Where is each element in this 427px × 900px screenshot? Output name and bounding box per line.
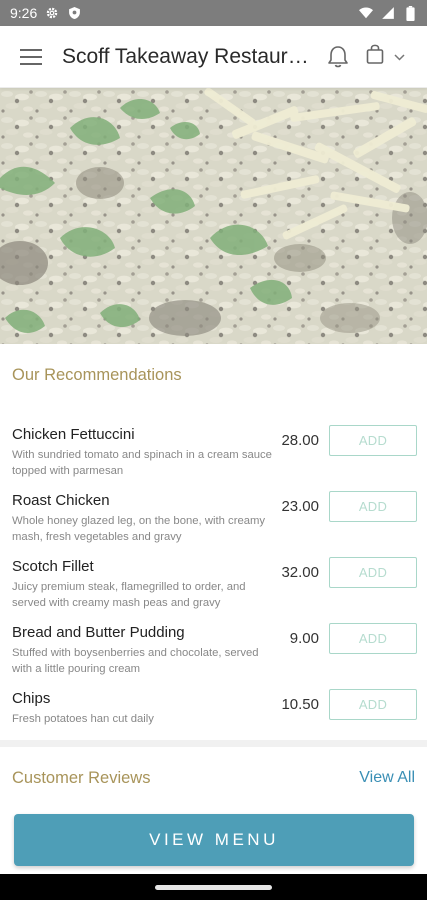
item-name: Roast Chicken — [12, 492, 110, 509]
item-description: With sundried tomato and spinach in a cr… — [12, 449, 272, 477]
item-price: 10.50 — [281, 696, 319, 713]
recommendations-list: Chicken Fettuccini With sundried tomato … — [0, 422, 427, 752]
section-divider — [0, 740, 427, 747]
list-item[interactable]: Chicken Fettuccini With sundried tomato … — [0, 422, 427, 488]
cart-dropdown[interactable] — [358, 37, 412, 77]
item-description: Whole honey glazed leg, on the bone, wit… — [12, 515, 266, 543]
add-button[interactable]: ADD — [329, 557, 417, 588]
reviews-title: Customer Reviews — [12, 769, 151, 787]
signal-icon — [381, 6, 395, 20]
list-item[interactable]: Bread and Butter Pudding Stuffed with bo… — [0, 620, 427, 686]
item-name: Scotch Fillet — [12, 558, 94, 575]
item-description: Fresh potatoes han cut daily — [12, 713, 154, 725]
home-gesture-handle[interactable] — [155, 885, 272, 890]
add-button[interactable]: ADD — [329, 425, 417, 456]
settings-icon — [45, 6, 59, 20]
item-description: Juicy premium steak, flamegrilled to ord… — [12, 581, 246, 609]
status-bar: 9:26 — [0, 0, 427, 26]
bell-icon[interactable] — [318, 37, 358, 77]
hero-image — [0, 88, 427, 344]
item-price: 32.00 — [281, 564, 319, 581]
add-button[interactable]: ADD — [329, 689, 417, 720]
add-button[interactable]: ADD — [329, 491, 417, 522]
app-bar: Scoff Takeaway Restaurant — [0, 26, 427, 88]
chevron-down-icon — [393, 48, 405, 66]
hamburger-menu-icon[interactable] — [0, 26, 62, 88]
item-price: 28.00 — [281, 432, 319, 449]
status-time: 9:26 — [10, 5, 38, 21]
system-nav-bar — [0, 874, 427, 900]
page-title: Scoff Takeaway Restaurant — [62, 44, 310, 68]
item-name: Chips — [12, 690, 51, 707]
recommendations-title: Our Recommendations — [12, 366, 182, 384]
shopping-bag-icon — [366, 43, 384, 70]
view-all-link[interactable]: View All — [359, 769, 415, 787]
list-item[interactable]: Roast Chicken Whole honey glazed leg, on… — [0, 488, 427, 554]
item-name: Bread and Butter Pudding — [12, 624, 185, 641]
add-button[interactable]: ADD — [329, 623, 417, 654]
view-menu-button[interactable]: VIEW MENU — [14, 814, 414, 866]
item-price: 9.00 — [289, 630, 319, 647]
item-name: Chicken Fettuccini — [12, 426, 135, 443]
battery-icon — [403, 5, 417, 21]
item-price: 23.00 — [281, 498, 319, 515]
wifi-icon — [359, 6, 373, 20]
list-item[interactable]: Scotch Fillet Juicy premium steak, flame… — [0, 554, 427, 620]
shield-icon — [67, 6, 81, 20]
item-description: Stuffed with boysenberries and chocolate… — [12, 647, 259, 675]
